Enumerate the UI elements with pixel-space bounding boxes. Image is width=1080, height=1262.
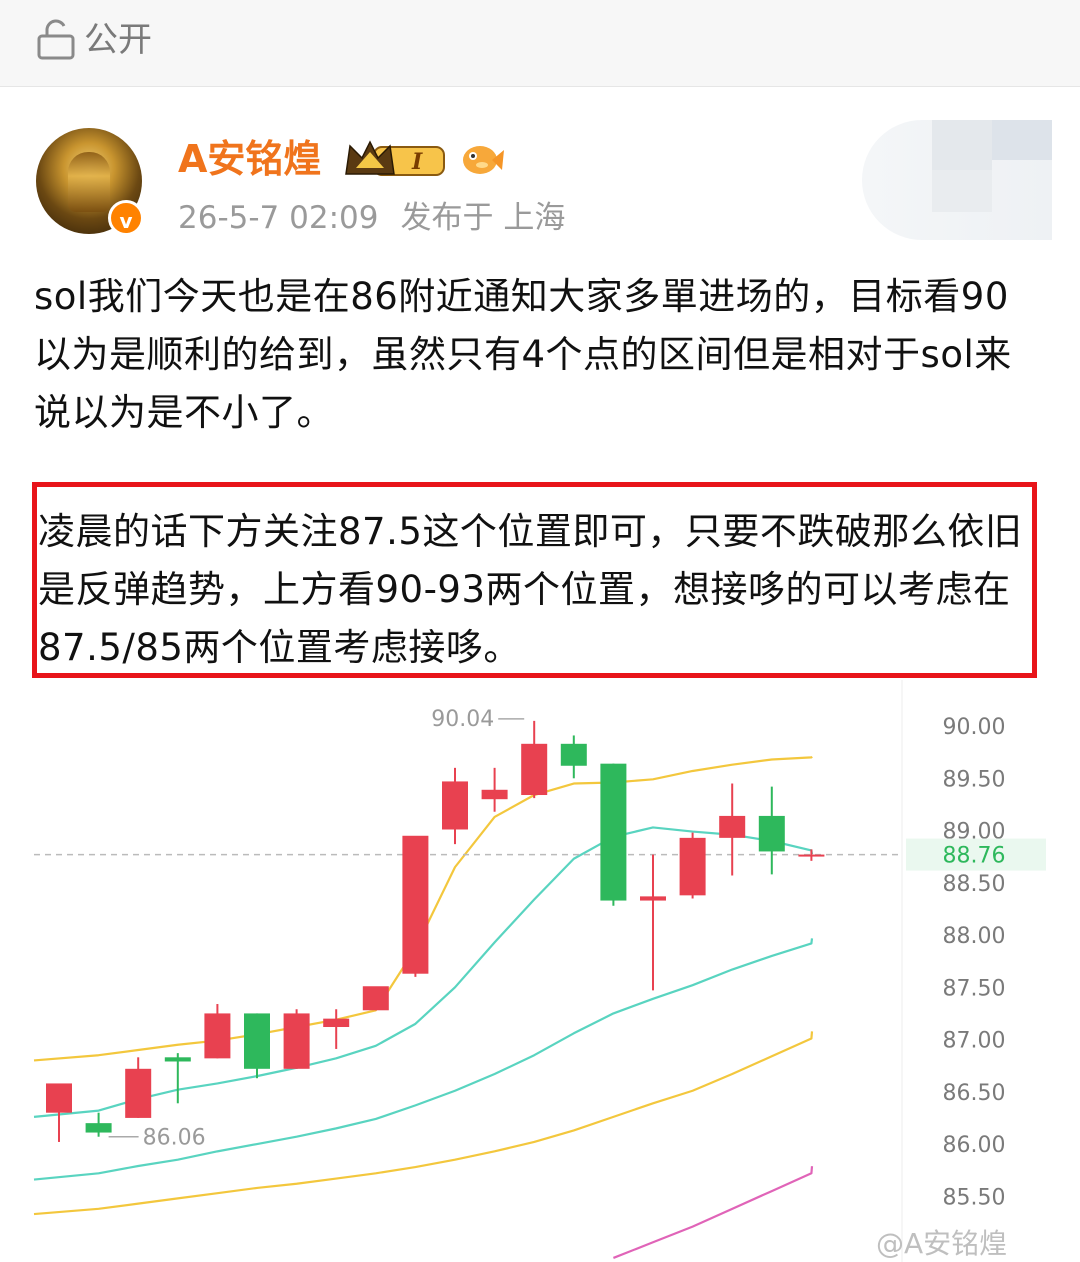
candle-body (640, 896, 666, 901)
y-tick-label: 88.50 (943, 872, 1006, 897)
candle-body (798, 854, 825, 857)
current-price-label: 88.76 (943, 844, 1006, 869)
candle-body (283, 1013, 310, 1069)
candle-body (323, 1018, 350, 1028)
y-tick-label: 86.00 (943, 1133, 1006, 1158)
y-tick-label: 87.00 (943, 1029, 1006, 1054)
candle-body (560, 743, 587, 766)
candle-body (719, 815, 746, 838)
post-meta: 26-5-7 02:09 发布于 上海 (178, 196, 565, 240)
candle-body (402, 835, 429, 974)
ma-line-4 (33, 1031, 814, 1216)
fish-icon (463, 146, 504, 174)
y-tick-label: 90.00 (943, 715, 1006, 740)
weibo-watermark: @A安铭煌 (876, 1227, 1008, 1260)
candle-body (85, 1123, 112, 1133)
candle-body (125, 1068, 152, 1118)
candle-body (164, 1057, 191, 1062)
candle-body (600, 763, 627, 901)
post-paragraph-1: sol我们今天也是在86附近通知大家多單进场的，目标看90以为是顺利的给到，虽然… (34, 275, 1012, 434)
y-tick-label: 87.50 (943, 976, 1006, 1001)
candle-body (362, 986, 389, 1011)
y-tick-label: 88.00 (943, 924, 1006, 949)
candle-body (244, 1013, 270, 1069)
y-tick-label: 89.50 (943, 767, 1006, 792)
candle-body (46, 1083, 72, 1113)
post-location: 发布于 上海 (400, 200, 566, 236)
lock-icon (37, 19, 75, 60)
badge-level: I (411, 149, 423, 175)
post-timestamp: 26-5-7 02:09 (178, 200, 379, 236)
blurred-follow-area[interactable] (862, 120, 1052, 240)
candle-body (521, 743, 548, 796)
ma-line-5 (612, 1166, 814, 1259)
y-tick-label: 85.50 (943, 1185, 1006, 1210)
top-bar: 公开 (0, 0, 1080, 87)
high-label: 90.04 (431, 707, 494, 732)
candle-body (442, 781, 468, 830)
visibility-label[interactable]: 公开 (84, 18, 152, 62)
post-paragraph-2: 凌晨的话下方关注87.5这个位置即可，只要不跌破那么依旧是反弹趋势，上方看90-… (38, 510, 1023, 669)
candle-body (204, 1013, 231, 1059)
vip-crown-badge-icon: I (345, 140, 445, 176)
low-label: 86.06 (143, 1126, 206, 1151)
candle-body (679, 837, 706, 896)
verified-badge-icon: v (108, 200, 144, 236)
username[interactable]: A安铭煌 (178, 134, 321, 184)
candle-body (481, 789, 508, 800)
candle-body (758, 815, 785, 852)
y-tick-label: 86.50 (943, 1081, 1006, 1106)
candlestick-chart[interactable]: 90.0089.5089.0088.5088.0087.5087.0086.50… (0, 680, 1080, 1262)
